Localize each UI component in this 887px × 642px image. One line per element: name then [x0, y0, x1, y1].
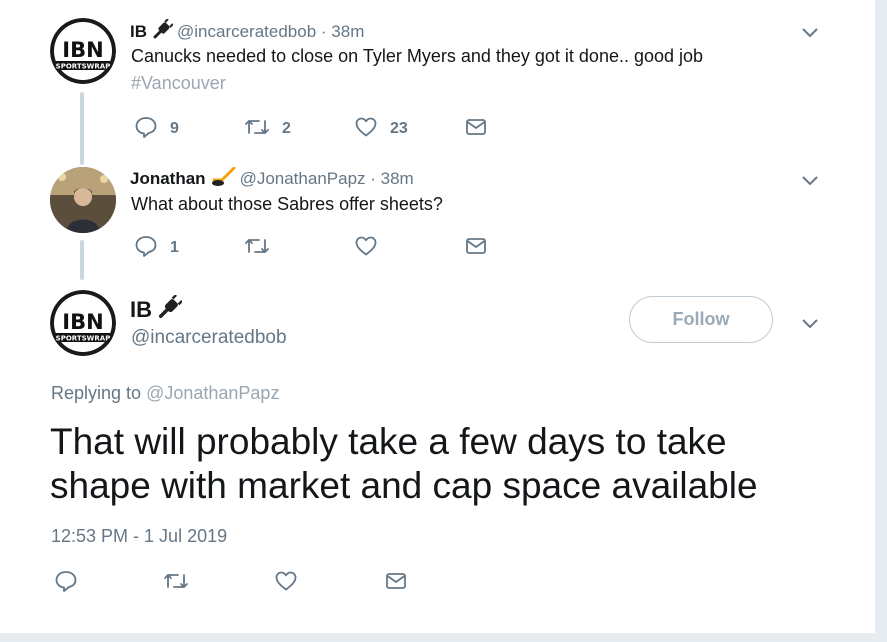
tweet2-text: What about those Sabres offer sheets? — [131, 194, 443, 214]
tweet1-header: IB @incarceratedbob · 38m — [130, 18, 364, 46]
main-actions — [54, 569, 414, 598]
replying-to-line: Replying to @JonathanPapz — [51, 383, 279, 404]
main-name-text[interactable]: IB — [130, 297, 152, 322]
main-author-name: IB — [130, 294, 186, 327]
like-button[interactable]: 23 — [354, 117, 408, 141]
retweet-icon — [244, 115, 270, 144]
chevron-down-icon[interactable] — [800, 22, 820, 42]
heart-icon — [354, 115, 378, 144]
svg-text:SPORTSWRAP: SPORTSWRAP — [56, 335, 111, 343]
like-count: 23 — [390, 120, 408, 137]
envelope-icon — [464, 115, 488, 144]
retweet-button[interactable]: 2 — [244, 117, 291, 141]
plug-icon — [156, 294, 183, 327]
chevron-down-icon[interactable] — [800, 313, 820, 333]
replying-to-prefix: Replying to — [51, 383, 142, 403]
hockey-icon — [210, 166, 236, 192]
retweet-icon — [163, 569, 189, 598]
svg-text:IBN: IBN — [62, 310, 103, 334]
tweet2-actions: 1 — [134, 234, 494, 263]
main-timestamp[interactable]: 12:53 PM - 1 Jul 2019 — [51, 526, 227, 547]
tweet1-time[interactable]: · 38m — [321, 22, 364, 41]
tweet1-handle[interactable]: @incarceratedbob — [177, 22, 316, 41]
tweet1-hashtag[interactable]: #Vancouver — [131, 73, 226, 94]
follow-button[interactable]: Follow — [629, 296, 773, 343]
main-handle[interactable]: @incarceratedbob — [131, 327, 287, 349]
retweet-icon — [244, 234, 270, 263]
reply-icon — [134, 234, 158, 263]
thread-connector — [80, 240, 84, 280]
chevron-down-icon[interactable] — [800, 170, 820, 190]
tweet2-handle[interactable]: @JonathanPapz — [240, 169, 366, 188]
dm-button[interactable] — [464, 236, 488, 260]
reply-button[interactable]: 9 — [134, 115, 179, 144]
tweet2-author-name[interactable]: Jonathan — [130, 169, 206, 188]
reply-button[interactable] — [54, 569, 78, 598]
dm-button[interactable] — [384, 571, 408, 595]
tweet2-header: Jonathan @JonathanPapz · 38m — [130, 166, 414, 192]
heart-icon — [274, 569, 298, 598]
reply-button[interactable]: 1 — [134, 234, 179, 263]
reply-icon — [134, 115, 158, 144]
thread-connector — [80, 92, 84, 165]
retweet-button[interactable] — [244, 236, 270, 260]
dm-button[interactable] — [464, 117, 488, 141]
plug-icon — [151, 18, 174, 46]
retweet-count: 2 — [282, 120, 291, 137]
retweet-button[interactable] — [163, 571, 189, 595]
like-button[interactable] — [354, 236, 378, 260]
envelope-icon — [384, 569, 408, 598]
avatar-ib[interactable]: IBN SPORTSWRAP — [50, 18, 116, 84]
tweet2-time[interactable]: · 38m — [370, 169, 413, 188]
heart-icon — [354, 234, 378, 263]
tweet1-author-name[interactable]: IB — [130, 22, 147, 41]
reply-icon — [54, 569, 78, 598]
reply-count: 9 — [170, 120, 179, 137]
avatar-ib-main[interactable]: IBN SPORTSWRAP — [50, 290, 116, 356]
reply-count: 1 — [170, 239, 179, 256]
like-button[interactable] — [274, 571, 298, 595]
divider — [0, 633, 875, 635]
main-tweet-text: That will probably take a few days to ta… — [50, 421, 758, 506]
svg-text:SPORTSWRAP: SPORTSWRAP — [56, 63, 111, 71]
tweet1-actions: 9 2 23 — [134, 115, 494, 144]
tweet-thread-panel: IBN SPORTSWRAP IB @incarceratedbob · 38m… — [0, 0, 875, 635]
replying-to-link[interactable]: @JonathanPapz — [146, 383, 279, 403]
svg-text:IBN: IBN — [62, 38, 103, 62]
envelope-icon — [464, 234, 488, 263]
avatar-jonathan[interactable] — [50, 167, 116, 233]
scrollbar-track[interactable] — [875, 0, 887, 642]
tweet1-text: Canucks needed to close on Tyler Myers a… — [131, 46, 704, 66]
